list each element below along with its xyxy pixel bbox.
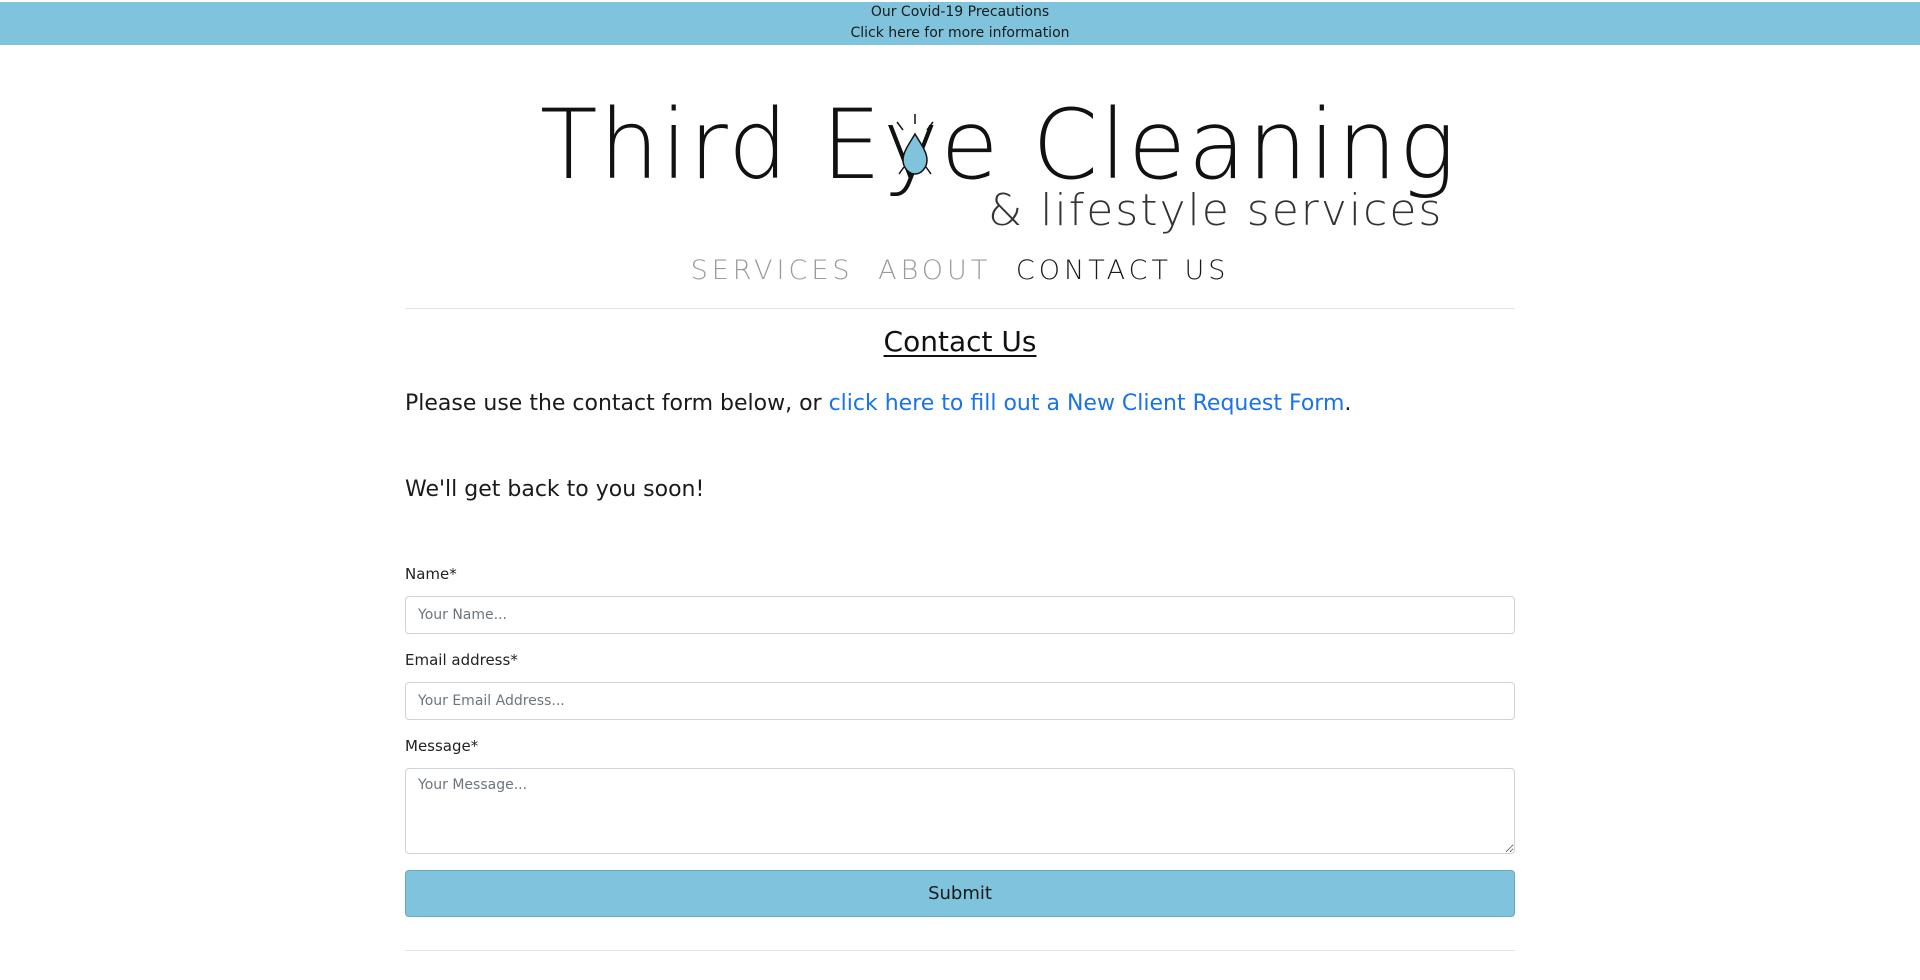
covid-banner-link[interactable]: Click here for more information xyxy=(0,23,1920,44)
submit-button[interactable]: Submit xyxy=(405,870,1515,917)
nav-item-services[interactable]: SERVICES xyxy=(691,256,854,286)
name-input[interactable] xyxy=(405,596,1515,634)
nav-item-about[interactable]: ABOUT xyxy=(878,256,991,286)
logo-sub-text: & lifestyle services xyxy=(988,185,1444,236)
intro-suffix: . xyxy=(1344,391,1352,416)
get-back-soon-text: We'll get back to you soon! xyxy=(405,477,705,502)
email-input[interactable] xyxy=(405,682,1515,720)
message-label: Message* xyxy=(405,737,479,755)
covid-banner-title[interactable]: Our Covid-19 Precautions xyxy=(0,2,1920,23)
logo-main-text: Third Eye Cleaning xyxy=(540,89,1458,201)
bottom-divider xyxy=(405,950,1515,951)
nav-item-contact-us[interactable]: CONTACT US xyxy=(1016,256,1230,286)
intro-prefix: Please use the contact form below, or xyxy=(405,391,829,416)
page-title-text: Contact Us xyxy=(883,325,1037,358)
main-nav: SERVICES ABOUT CONTACT US xyxy=(0,256,1920,286)
name-label: Name* xyxy=(405,565,457,583)
intro-text: Please use the contact form below, or cl… xyxy=(405,389,1351,419)
page-title: Contact Us xyxy=(0,324,1920,360)
site-logo[interactable]: Third Eye Cleaning & lifestyle services xyxy=(530,90,1455,240)
top-divider xyxy=(405,308,1515,309)
new-client-request-link[interactable]: click here to fill out a New Client Requ… xyxy=(829,391,1345,416)
message-textarea[interactable] xyxy=(405,768,1515,854)
email-label: Email address* xyxy=(405,651,518,669)
covid-banner[interactable]: Our Covid-19 Precautions Click here for … xyxy=(0,2,1920,45)
water-drop-icon xyxy=(896,114,934,175)
